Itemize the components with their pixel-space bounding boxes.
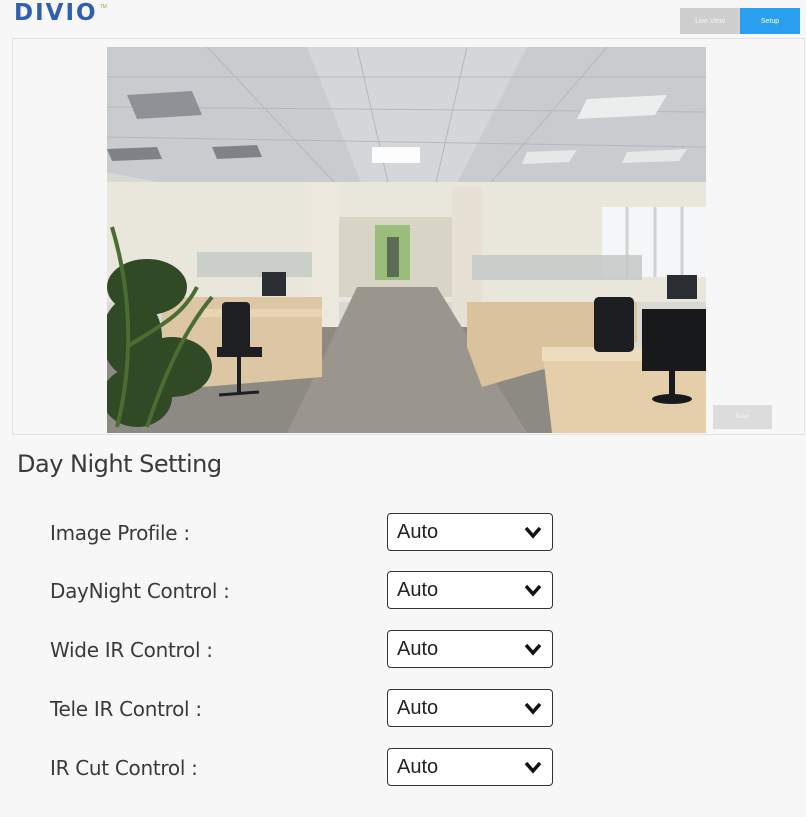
tele-ir-control-value: Auto: [397, 696, 439, 719]
tele-ir-control-label: Tele IR Control :: [50, 697, 202, 721]
tab-live-view[interactable]: Live View: [680, 8, 740, 34]
office-scene-image: [107, 47, 706, 433]
chevron-down-icon: [524, 643, 542, 656]
wide-ir-control-value: Auto: [397, 637, 439, 660]
daynight-control-select[interactable]: Auto: [387, 571, 553, 609]
ir-cut-control-value: Auto: [397, 755, 439, 778]
camera-live-image: [107, 47, 706, 433]
image-profile-label: Image Profile :: [50, 521, 190, 545]
setting-row-wide-ir-control: Wide IR Control : Auto: [0, 630, 806, 672]
wide-ir-control-label: Wide IR Control :: [50, 638, 213, 662]
setting-row-ir-cut-control: IR Cut Control : Auto: [0, 748, 806, 790]
ir-cut-control-label: IR Cut Control :: [50, 756, 198, 780]
setting-row-image-profile: Image Profile : Auto: [0, 513, 806, 555]
image-profile-select[interactable]: Auto: [387, 513, 553, 551]
logo-text: DIVIO: [14, 0, 98, 26]
daynight-control-value: Auto: [397, 578, 439, 601]
video-viewer-panel: Save: [12, 38, 805, 435]
tele-ir-control-select[interactable]: Auto: [387, 689, 553, 727]
chevron-down-icon: [524, 584, 542, 597]
divio-logo: DIVIO TM: [14, 2, 107, 30]
top-nav: Live View Setup: [680, 8, 800, 34]
logo-trademark: TM: [99, 4, 107, 10]
section-title-day-night: Day Night Setting: [17, 450, 222, 478]
chevron-down-icon: [524, 526, 542, 539]
daynight-control-label: DayNight Control :: [50, 579, 230, 603]
tab-setup[interactable]: Setup: [740, 8, 800, 34]
save-button[interactable]: Save: [713, 405, 772, 429]
ir-cut-control-select[interactable]: Auto: [387, 748, 553, 786]
setting-row-tele-ir-control: Tele IR Control : Auto: [0, 689, 806, 731]
setting-row-daynight-control: DayNight Control : Auto: [0, 571, 806, 613]
chevron-down-icon: [524, 761, 542, 774]
page: DIVIO TM Live View Setup Save Day Night …: [0, 0, 806, 817]
image-profile-value: Auto: [397, 520, 439, 543]
chevron-down-icon: [524, 702, 542, 715]
wide-ir-control-select[interactable]: Auto: [387, 630, 553, 668]
